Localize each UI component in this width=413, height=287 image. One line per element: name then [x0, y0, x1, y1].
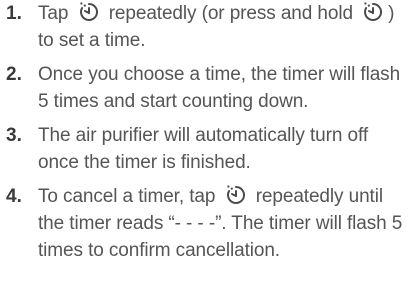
- step-text-part: Tap: [38, 3, 74, 24]
- timer-icon: [76, 1, 102, 23]
- step-text: Once you choose a time, the timer will f…: [38, 64, 401, 112]
- step-1: 1. Tap repeatedly (or press and hold ) t…: [6, 0, 410, 54]
- step-number: 1.: [6, 3, 22, 24]
- step-2: 2. Once you choose a time, the timer wil…: [6, 61, 410, 115]
- step-text-part: repeatedly (or press and hold: [103, 3, 359, 24]
- step-3: 3. The air purifier will automatically t…: [6, 122, 410, 176]
- step-number: 4.: [6, 186, 22, 207]
- step-number: 3.: [6, 125, 22, 146]
- timer-icon: [223, 184, 249, 206]
- instruction-list: 1. Tap repeatedly (or press and hold ) t…: [6, 0, 410, 264]
- step-text-part: To cancel a timer, tap: [38, 186, 221, 207]
- timer-icon: [360, 1, 386, 23]
- step-text: Tap repeatedly (or press and hold ) to s…: [38, 0, 410, 54]
- step-text: The air purifier will automatically turn…: [38, 125, 368, 173]
- step-number: 2.: [6, 64, 22, 85]
- step-4: 4. To cancel a timer, tap repeatedly unt…: [6, 183, 410, 264]
- step-text: To cancel a timer, tap repeatedly until …: [38, 183, 410, 264]
